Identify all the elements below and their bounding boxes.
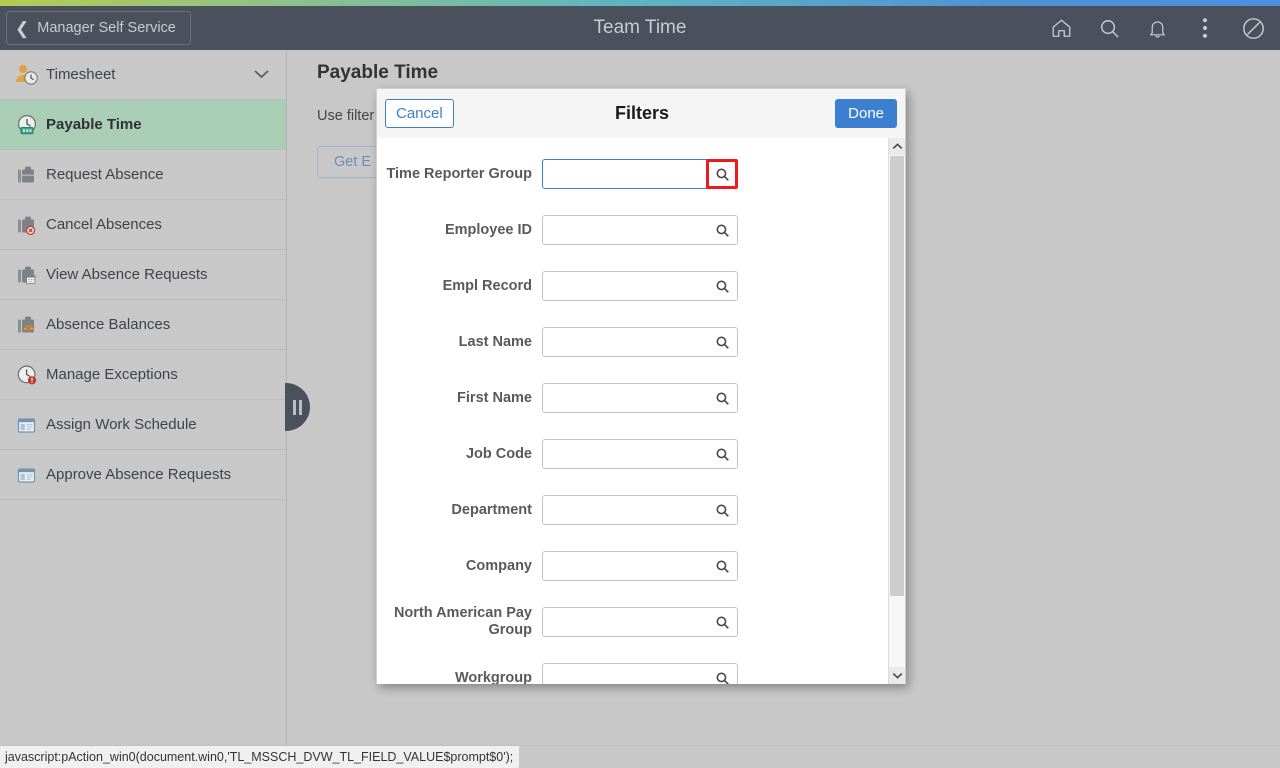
search-icon[interactable] (1090, 9, 1128, 47)
sidebar-item-manage-exceptions[interactable]: Manage Exceptions (0, 350, 286, 400)
status-bar-text: javascript:pAction_win0(document.win0,'T… (5, 746, 520, 768)
field-label-last-name: Last Name (458, 333, 532, 350)
sidebar-item-label: Request Absence (46, 166, 164, 183)
job-code-lookup-icon[interactable] (706, 439, 738, 469)
chevron-left-icon: ❮ (15, 18, 30, 38)
employee-id-lookup-icon[interactable] (706, 215, 738, 245)
done-button[interactable]: Done (835, 99, 897, 128)
sidebar-item-label: Cancel Absences (46, 216, 162, 233)
field-row-job-code: Job Code (377, 426, 889, 482)
header-icon-group (1042, 6, 1272, 50)
pause-bars-icon (293, 399, 302, 415)
sidebar-item-label: View Absence Requests (46, 266, 208, 283)
empl-record-lookup-icon[interactable] (706, 271, 738, 301)
sidebar-item-label: Approve Absence Requests (46, 466, 232, 483)
field-control-north-american-pay-group (542, 607, 738, 637)
sidebar-item-request-absence[interactable]: Request Absence (0, 150, 286, 200)
sidebar-item-payable-time[interactable]: Payable Time (0, 100, 286, 150)
field-control-first-name (542, 383, 738, 413)
modal-scrollbar[interactable] (888, 138, 905, 684)
clock-money-icon (10, 110, 44, 140)
chevron-down-icon[interactable] (253, 68, 270, 82)
field-control-employee-id (542, 215, 738, 245)
briefcase-cancel-icon (10, 210, 44, 240)
field-label-workgroup: Workgroup (454, 669, 532, 685)
bell-icon[interactable] (1138, 9, 1176, 47)
field-control-time-reporter-group (542, 159, 738, 189)
window-panel-icon (10, 410, 44, 440)
field-row-department: Department (377, 482, 889, 538)
filters-modal-header: Cancel Filters Done (377, 89, 905, 139)
field-label-time-reporter-group: Time Reporter Group (386, 165, 532, 182)
time-reporter-group-lookup-icon[interactable] (706, 159, 738, 189)
filters-modal-title: Filters (614, 103, 670, 123)
field-label-company: Company (465, 557, 532, 574)
field-row-north-american-pay-group: North American Pay Group (377, 594, 889, 650)
field-control-empl-record (542, 271, 738, 301)
back-to-manager-self-service-button[interactable]: ❮ Manager Self Service (6, 11, 191, 45)
browser-status-bar: javascript:pAction_win0(document.win0,'T… (0, 745, 1280, 768)
sidebar-item-absence-balances[interactable]: Absence Balances (0, 300, 286, 350)
field-row-first-name: First Name (377, 370, 889, 426)
field-label-department: Department (451, 501, 532, 518)
sidebar-item-approve-absence-requests[interactable]: Approve Absence Requests (0, 450, 286, 500)
field-row-last-name: Last Name (377, 314, 889, 370)
field-control-job-code (542, 439, 738, 469)
app-header: ❮ Manager Self Service Team Time (0, 6, 1280, 50)
field-control-company (542, 551, 738, 581)
sidebar-item-cancel-absences[interactable]: Cancel Absences (0, 200, 286, 250)
workgroup-lookup-icon[interactable] (706, 663, 738, 684)
field-row-employee-id: Employee ID (377, 202, 889, 258)
field-label-empl-record: Empl Record (442, 277, 532, 294)
field-label-employee-id: Employee ID (444, 221, 532, 238)
chevron-up-icon[interactable] (889, 138, 905, 155)
field-label-north-american-pay-group: North American Pay Group (393, 605, 532, 638)
sidebar-item-label: Absence Balances (46, 316, 171, 333)
sidebar-item-label: Payable Time (46, 116, 142, 133)
last-name-lookup-icon[interactable] (706, 327, 738, 357)
briefcase-calendar-icon (10, 260, 44, 290)
field-row-workgroup: Workgroup (377, 650, 889, 684)
field-row-company: Company (377, 538, 889, 594)
first-name-lookup-icon[interactable] (706, 383, 738, 413)
scrollbar-thumb[interactable] (890, 156, 904, 596)
sidebar-item-label: Manage Exceptions (46, 366, 178, 383)
field-control-department (542, 495, 738, 525)
field-label-first-name: First Name (457, 389, 532, 406)
sidebar-item-assign-work-schedule[interactable]: Assign Work Schedule (0, 400, 286, 450)
sidebar-item-view-absence-requests[interactable]: View Absence Requests (0, 250, 286, 300)
status-bar-filler (476, 746, 1280, 768)
back-button-label: Manager Self Service (37, 20, 176, 36)
sidebar-item-label: Timesheet (46, 66, 116, 83)
person-clock-icon (10, 60, 44, 90)
clock-alert-icon (10, 360, 44, 390)
get-employees-label: Get E (334, 154, 372, 170)
field-control-last-name (542, 327, 738, 357)
filters-modal: Cancel Filters Done Time Reporter Group … (376, 88, 906, 684)
north-american-pay-group-lookup-icon[interactable] (706, 607, 738, 637)
kebab-menu-icon[interactable] (1186, 9, 1224, 47)
briefcase-icon (10, 160, 44, 190)
field-row-time-reporter-group: Time Reporter Group (377, 146, 889, 202)
done-button-label: Done (848, 105, 884, 122)
navbar-icon[interactable] (1234, 9, 1272, 47)
department-lookup-icon[interactable] (706, 495, 738, 525)
home-icon[interactable] (1042, 9, 1080, 47)
field-control-workgroup (542, 663, 738, 684)
company-lookup-icon[interactable] (706, 551, 738, 581)
window-panel-icon (10, 460, 44, 490)
brand-gradient-strip (0, 0, 1280, 6)
sidebar-nav: Timesheet Payable Time Request Absence C… (0, 50, 287, 768)
sidebar-item-timesheet[interactable]: Timesheet (0, 50, 286, 100)
field-label-job-code: Job Code (465, 445, 532, 462)
briefcase-balance-icon (10, 310, 44, 340)
filters-form: Time Reporter Group Employee ID Empl Rec… (377, 138, 889, 684)
chevron-down-icon[interactable] (889, 667, 905, 684)
content-page-title: Payable Time (317, 62, 439, 83)
field-row-empl-record: Empl Record (377, 258, 889, 314)
sidebar-item-label: Assign Work Schedule (46, 416, 197, 433)
